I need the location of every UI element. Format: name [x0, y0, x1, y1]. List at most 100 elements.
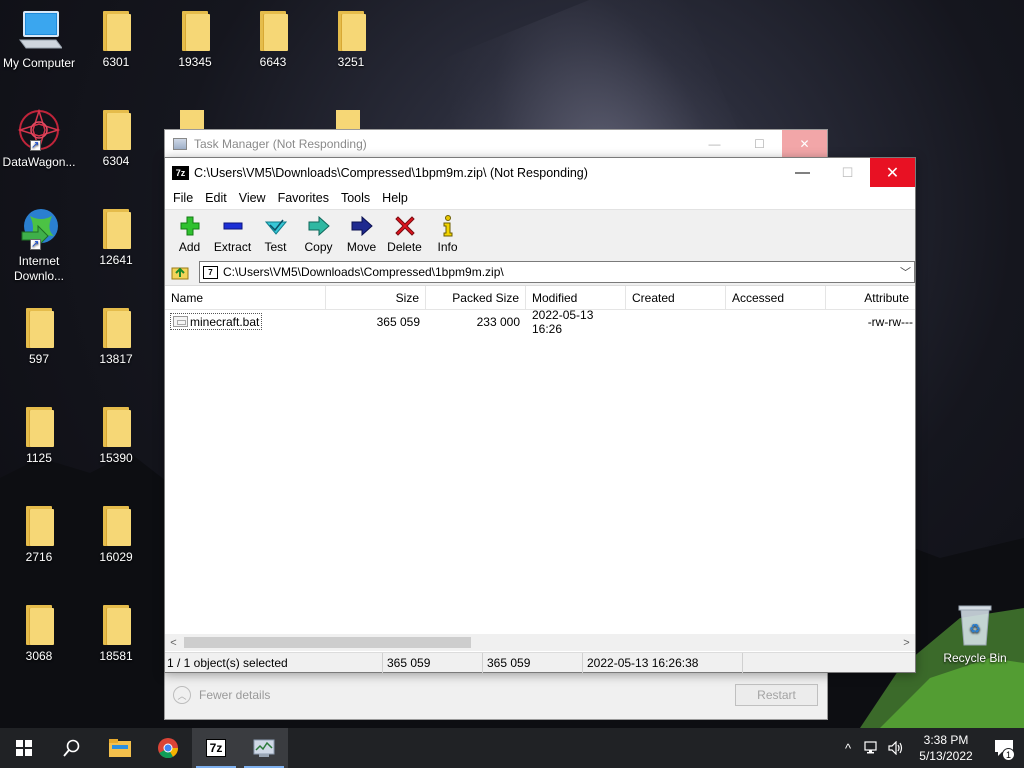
desktop-icon-label: 2716 [25, 550, 53, 564]
column-name[interactable]: Name [165, 286, 326, 310]
chevron-up-icon[interactable]: ^ [836, 741, 860, 756]
clock[interactable]: 3:38 PM 5/13/2022 [908, 732, 984, 764]
volume-icon[interactable] [884, 741, 908, 755]
desktop-folder-6643[interactable]: 6643 [235, 11, 311, 70]
desktop-icon-label: DataWagon... [2, 155, 76, 169]
taskbar-chrome[interactable] [144, 728, 192, 768]
desktop-folder-6301[interactable]: 6301 [78, 11, 154, 70]
column-attributes[interactable]: Attribute [826, 286, 915, 310]
maximize-button[interactable]: ☐ [825, 158, 870, 187]
move-button[interactable]: Move [340, 210, 383, 258]
copy-button[interactable]: Copy [297, 210, 340, 258]
task-manager-icon [173, 138, 187, 150]
system-tray: ^ 3:38 PM 5/13/2022 1 [836, 728, 1024, 768]
menu-view[interactable]: View [233, 191, 272, 205]
extract-button[interactable]: Extract [211, 210, 254, 258]
menu-help[interactable]: Help [376, 191, 414, 205]
recycle-bin-icon: ♻ [958, 605, 992, 646]
table-row[interactable]: minecraft.bat 365 059 233 000 2022-05-13… [165, 308, 915, 336]
scroll-left-arrow-icon[interactable]: < [165, 634, 182, 651]
desktop-icon-label: My Computer [2, 56, 76, 70]
scrollbar-thumb[interactable] [184, 637, 471, 648]
desktop-icon-datawagon[interactable]: DataWagon... [1, 108, 77, 170]
address-combobox[interactable]: 7 C:\Users\VM5\Downloads\Compressed\1bpm… [198, 261, 915, 283]
minus-icon [223, 222, 242, 230]
status-bar: 1 / 1 object(s) selected 365 059 365 059… [165, 652, 915, 673]
desktop-folder-3068[interactable]: 3068 [1, 605, 77, 664]
restart-button[interactable]: Restart [735, 684, 818, 706]
close-button[interactable]: ✕ [870, 158, 915, 187]
desktop-icon-label: 6301 [102, 55, 130, 69]
task-manager-minimize-button[interactable]: — [692, 130, 737, 158]
desktop-icon-internet-download-manager[interactable]: Internet Downlo... [1, 206, 77, 284]
search-button[interactable] [48, 728, 96, 768]
test-label: Test [264, 240, 287, 254]
info-button[interactable]: Info [426, 210, 469, 258]
menu-file[interactable]: File [167, 191, 199, 205]
sevenzip-window[interactable]: 7z C:\Users\VM5\Downloads\Compressed\1bp… [164, 157, 916, 673]
folder-up-button[interactable] [169, 262, 191, 282]
file-list[interactable]: Name Size Packed Size Modified Created A… [165, 285, 915, 634]
chevron-down-icon[interactable]: ﹀ [900, 264, 911, 280]
folder-icon [24, 308, 54, 348]
menu-tools[interactable]: Tools [335, 191, 376, 205]
menu-edit[interactable]: Edit [199, 191, 233, 205]
folder-icon [258, 11, 288, 51]
column-accessed[interactable]: Accessed [726, 286, 826, 310]
desktop-folder-2716[interactable]: 2716 [1, 506, 77, 565]
menu-favorites[interactable]: Favorites [272, 191, 335, 205]
horizontal-scrollbar[interactable]: < > [165, 634, 915, 651]
desktop-folder-hidden[interactable] [180, 110, 204, 129]
fewer-details-link[interactable]: ︿ Fewer details [173, 686, 270, 704]
status-modified: 2022-05-13 16:26:38 [583, 652, 743, 673]
taskbar-file-explorer[interactable] [96, 728, 144, 768]
desktop-icon-label: Recycle Bin [943, 651, 1007, 665]
task-manager-icon [253, 739, 275, 757]
taskbar-7zip[interactable]: 7z [192, 728, 240, 768]
desktop-folder-6304[interactable]: 6304 [78, 110, 154, 169]
search-icon [63, 739, 80, 757]
column-packed-size[interactable]: Packed Size [426, 286, 526, 310]
computer-icon [19, 11, 62, 49]
notification-count: 1 [1002, 748, 1015, 761]
desktop-folder-13817[interactable]: 13817 [78, 308, 154, 367]
column-modified[interactable]: Modified [526, 286, 626, 310]
file-name: minecraft.bat [190, 314, 260, 329]
desktop-folder-12641[interactable]: 12641 [78, 209, 154, 268]
column-size[interactable]: Size [326, 286, 426, 310]
desktop-folder-16029[interactable]: 16029 [78, 506, 154, 565]
desktop-folder-1125[interactable]: 1125 [1, 407, 77, 466]
desktop-folder-597[interactable]: 597 [1, 308, 77, 367]
shortcut-arrow-icon [30, 138, 41, 153]
desktop-icon-label: 1125 [26, 451, 52, 465]
desktop-folder-3251[interactable]: 3251 [313, 11, 389, 70]
column-created[interactable]: Created [626, 286, 726, 310]
windows-logo-icon [16, 740, 32, 756]
task-manager-close-button[interactable]: ✕ [782, 130, 827, 158]
info-label: Info [437, 240, 458, 254]
desktop-folder-15390[interactable]: 15390 [78, 407, 154, 466]
desktop-folder-hidden[interactable] [336, 110, 360, 129]
desktop-icon-my-computer[interactable]: My Computer [1, 10, 77, 71]
desktop-folder-18581[interactable]: 18581 [78, 605, 154, 664]
sevenzip-taskbar-icon: 7z [205, 739, 227, 757]
folder-icon [24, 407, 54, 447]
sevenzip-title: C:\Users\VM5\Downloads\Compressed\1bpm9m… [194, 165, 588, 180]
folder-icon [101, 407, 131, 447]
desktop-folder-19345[interactable]: 19345 [157, 11, 233, 70]
test-button[interactable]: Test [254, 210, 297, 258]
chrome-icon [158, 738, 179, 759]
scroll-right-arrow-icon[interactable]: > [898, 634, 915, 651]
add-button[interactable]: Add [168, 210, 211, 258]
network-icon[interactable] [860, 741, 884, 755]
desktop-icon-recycle-bin[interactable]: ♻ Recycle Bin [937, 603, 1013, 666]
address-text: C:\Users\VM5\Downloads\Compressed\1bpm9m… [222, 265, 504, 279]
file-name-cell[interactable]: minecraft.bat [170, 313, 263, 330]
action-center-button[interactable]: 1 [984, 728, 1024, 768]
taskbar-task-manager[interactable] [240, 728, 288, 768]
minimize-button[interactable]: — [780, 158, 825, 187]
start-button[interactable] [0, 728, 48, 768]
task-manager-maximize-button[interactable]: ☐ [737, 130, 782, 158]
desktop-icon-label: 19345 [178, 55, 212, 69]
delete-button[interactable]: Delete [383, 210, 426, 258]
